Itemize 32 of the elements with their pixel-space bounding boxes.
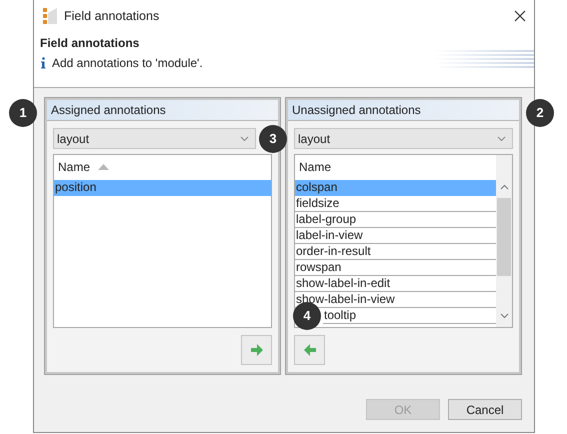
arrow-right-icon	[248, 343, 264, 357]
list-item[interactable]: fieldsize	[295, 196, 496, 212]
panel-title: Unassigned annotations	[288, 100, 519, 121]
list-item[interactable]: show-label-in-edit	[295, 276, 496, 292]
arrow-left-icon	[302, 343, 318, 357]
chevron-down-icon	[497, 136, 506, 142]
filter-dropdown[interactable]: layout	[294, 128, 513, 149]
info-icon	[40, 57, 46, 69]
close-icon[interactable]	[514, 10, 526, 22]
dialog-button[interactable]: Cancel	[448, 399, 522, 420]
list-item[interactable]: order-in-result	[295, 244, 496, 260]
list-item[interactable]: label-in-view	[295, 228, 496, 244]
app-icon	[42, 7, 58, 25]
move-button[interactable]	[294, 335, 325, 365]
scrollbar[interactable]	[496, 155, 512, 327]
sort-ascending-icon	[98, 164, 110, 170]
callout-badge: 1	[9, 99, 37, 127]
list-item[interactable]: rowspan	[295, 260, 496, 276]
callout-badge: 2	[526, 99, 554, 127]
header-message: Add annotations to 'module'.	[52, 55, 203, 72]
list-item[interactable]: colspan	[295, 180, 496, 196]
header-title: Field annotations	[40, 35, 140, 52]
move-button[interactable]	[241, 335, 272, 365]
panel-title: Assigned annotations	[47, 100, 278, 121]
window-title: Field annotations	[64, 8, 160, 25]
list-item[interactable]: position	[54, 180, 271, 196]
list-item[interactable]: tooltip	[323, 308, 496, 324]
scroll-up-icon[interactable]	[500, 184, 508, 190]
scroll-down-icon[interactable]	[500, 313, 508, 319]
list-item[interactable]: label-group	[295, 212, 496, 228]
chevron-down-icon	[240, 136, 249, 142]
filter-dropdown[interactable]: layout	[53, 128, 256, 149]
